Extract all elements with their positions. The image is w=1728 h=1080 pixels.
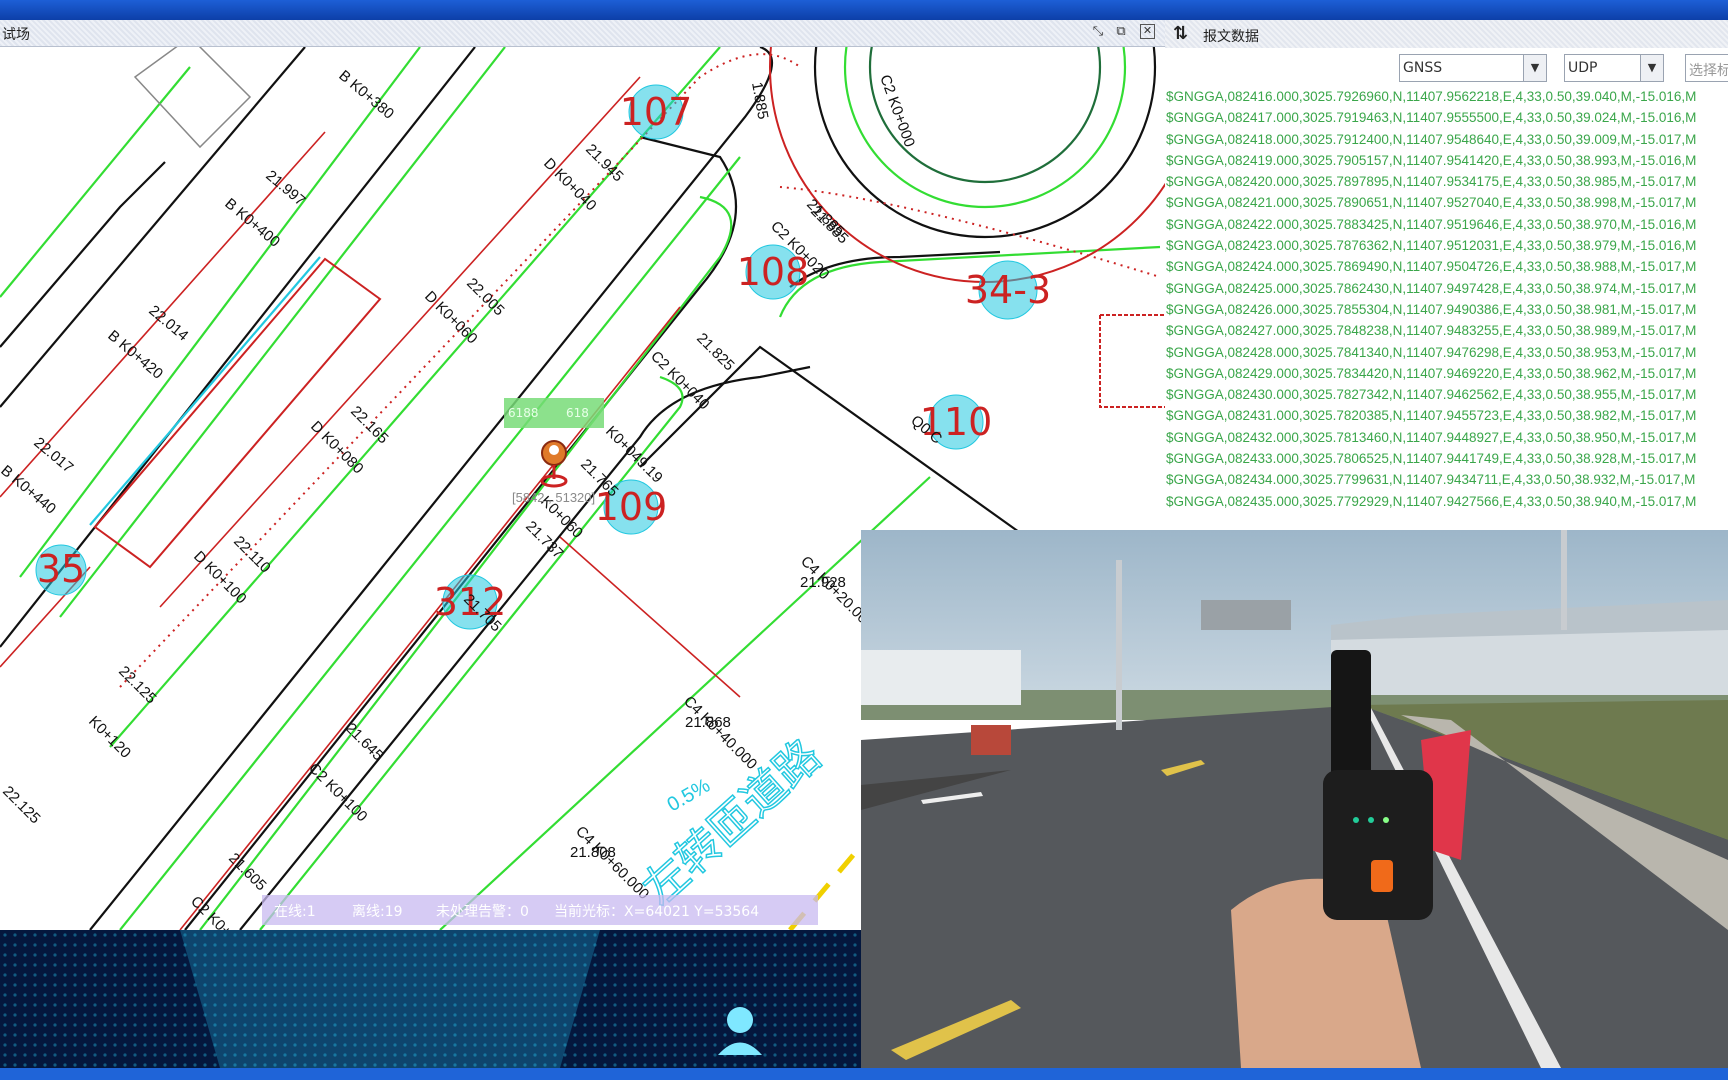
station-label: K0+120: [85, 713, 134, 762]
circle-35: 35: [37, 547, 85, 591]
log-line: $GNGGA,082421.000,3025.7890651,N,11407.9…: [1166, 195, 1697, 211]
elevation-label: 22.110: [230, 533, 274, 577]
elevation-label: 21.885: [803, 196, 847, 240]
cursor-position: 当前光标：X=64021 Y=53564: [554, 904, 760, 920]
road-name-label: 左转匝道路: [633, 730, 831, 915]
log-line: $GNGGA,082423.000,3025.7876362,N,11407.9…: [1166, 238, 1697, 254]
station-label: B K0+420: [104, 327, 166, 383]
close-icon[interactable]: ✕: [1140, 24, 1155, 39]
taskbar: [0, 1068, 1728, 1080]
station-label: C2 K0+120: [187, 893, 252, 930]
station-label: D K0+100: [190, 548, 249, 607]
elevation-label: 22.125: [115, 663, 159, 707]
vehicle-tag[interactable]: 6188 618: [504, 398, 604, 428]
log-line: $GNGGA,082434.000,3025.7799631,N,11407.9…: [1166, 472, 1696, 488]
transport-select[interactable]: UDP ▼: [1564, 54, 1664, 82]
message-panel-header: ⇅ 报文数据: [1165, 20, 1728, 48]
vehicle-tag-id-2: 618: [566, 406, 589, 420]
log-line: $GNGGA,082419.000,3025.7905157,N,11407.9…: [1166, 152, 1697, 168]
transport-value: UDP: [1568, 60, 1598, 76]
alarm-count: 未处理告警：0: [436, 904, 529, 920]
status-bar: 在线:1 离线:19 未处理告警：0 当前光标：X=64021 Y=53564: [262, 895, 818, 925]
elevation-label: 21.645: [342, 720, 386, 764]
log-line: $GNGGA,082424.000,3025.7869490,N,11407.9…: [1166, 259, 1697, 275]
elevation-label: 22.125: [0, 783, 44, 827]
log-line: $GNGGA,082420.000,3025.7897895,N,11407.9…: [1166, 174, 1697, 190]
chevron-down-icon[interactable]: ▼: [1640, 55, 1663, 81]
station-label: C4 K0+60.000: [572, 823, 652, 903]
station-label: K0+049.19: [602, 423, 666, 487]
popout-icon[interactable]: ⧉: [1113, 24, 1129, 40]
elevation-label: 21.868: [685, 714, 731, 731]
station-label: B K0+400: [221, 195, 283, 251]
station-label: C2 K0+100: [305, 760, 370, 825]
map-window-titlebar: 试场 ⤡ ⧉ ✕: [0, 20, 1165, 47]
offline-count: 离线:19: [352, 904, 403, 920]
sort-arrows-icon[interactable]: ⇅: [1173, 23, 1188, 44]
protocol-select[interactable]: GNSS ▼: [1399, 54, 1547, 82]
elevation-label: 21.997: [262, 167, 308, 210]
select-target-label: 选择标: [1689, 63, 1728, 79]
protocol-value: GNSS: [1403, 60, 1443, 76]
log-line: $GNGGA,082417.000,3025.7919463,N,11407.9…: [1166, 110, 1697, 126]
station-label: B K0+440: [0, 462, 59, 518]
field-camera-photo: [861, 530, 1728, 1068]
online-count: 在线:1: [274, 904, 316, 920]
vehicle-tag-id: 6188: [508, 406, 539, 420]
elevation-label: 21.808: [570, 844, 616, 861]
station-label: D K0+040: [540, 155, 599, 214]
log-line: $GNGGA,082435.000,3025.7792929,N,11407.9…: [1166, 493, 1697, 509]
log-line: $GNGGA,082430.000,3025.7827342,N,11407.9…: [1166, 387, 1697, 403]
restore-icon[interactable]: ⤡: [1090, 24, 1106, 40]
elevation-label: 21.928: [800, 574, 846, 591]
log-line: $GNGGA,082422.000,3025.7883425,N,11407.9…: [1166, 216, 1697, 232]
log-line: $GNGGA,082432.000,3025.7813460,N,11407.9…: [1166, 429, 1697, 445]
elevation-label: 22.165: [347, 403, 391, 447]
message-log[interactable]: $GNGGA,082416.000,3025.7926960,N,11407.9…: [1165, 86, 1728, 512]
station-label: D K0+080: [307, 418, 366, 477]
log-line: $GNGGA,082429.000,3025.7834420,N,11407.9…: [1166, 365, 1697, 381]
log-line: $GNGGA,082431.000,3025.7820385,N,11407.9…: [1166, 408, 1697, 424]
station-label: B K0+380: [335, 67, 397, 123]
log-line: $GNGGA,082428.000,3025.7841340,N,11407.9…: [1166, 344, 1697, 360]
station-label: C4 K0+40.000: [680, 693, 760, 773]
marker-coords: [5842 , 51320]: [512, 490, 595, 505]
decorative-dot-panel: [0, 930, 861, 1068]
elevation-label: 21.825: [693, 330, 737, 374]
chevron-down-icon[interactable]: ▼: [1523, 55, 1546, 81]
log-line: $GNGGA,082427.000,3025.7848238,N,11407.9…: [1166, 323, 1697, 339]
map-window-title: 试场: [2, 27, 30, 43]
message-panel-title: 报文数据: [1203, 29, 1259, 45]
log-line: $GNGGA,082426.000,3025.7855304,N,11407.9…: [1166, 301, 1697, 317]
station-label: D K0+060: [421, 288, 480, 347]
system-top-bar: [0, 0, 1728, 20]
log-line: $GNGGA,082416.000,3025.7926960,N,11407.9…: [1166, 89, 1697, 104]
station-label: C2 K0+040: [647, 348, 712, 413]
message-data-panel: ⇅ 报文数据 GNSS ▼ UDP ▼ 选择标 $GNGGA,082416.00…: [1165, 20, 1728, 530]
select-target-field[interactable]: 选择标: [1685, 54, 1728, 82]
circle-107: 107: [620, 90, 693, 134]
log-line: $GNGGA,082433.000,3025.7806525,N,11407.9…: [1166, 451, 1697, 467]
log-line: $GNGGA,082425.000,3025.7862430,N,11407.9…: [1166, 280, 1697, 296]
elevation-label: 1.885: [748, 81, 771, 121]
station-label: C2 K0+000: [876, 73, 918, 150]
circle-34-3: 34-3: [965, 268, 1051, 312]
log-line: $GNGGA,082418.000,3025.7912400,N,11407.9…: [1166, 131, 1697, 147]
